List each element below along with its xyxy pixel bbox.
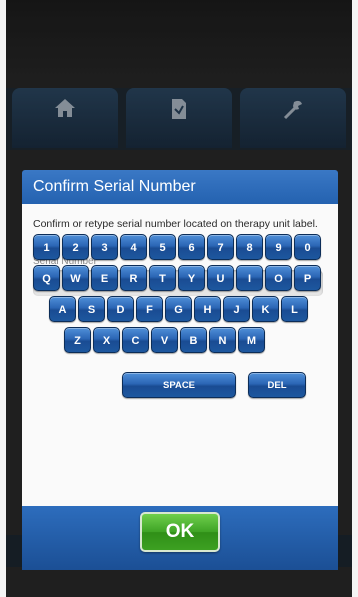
key-2[interactable]: 2 (62, 234, 89, 260)
key-r[interactable]: R (120, 265, 147, 291)
key-1[interactable]: 1 (33, 234, 60, 260)
key-0[interactable]: 0 (294, 234, 321, 260)
key-i[interactable]: I (236, 265, 263, 291)
tab-home[interactable] (12, 88, 118, 148)
home-icon (54, 98, 76, 123)
key-k[interactable]: K (252, 296, 279, 322)
tab-bar (6, 88, 352, 152)
key-9[interactable]: 9 (265, 234, 292, 260)
key-g[interactable]: G (165, 296, 192, 322)
space-key[interactable]: SPACE (122, 372, 236, 398)
key-w[interactable]: W (62, 265, 89, 291)
on-screen-keyboard: SPACE DEL 1234567890 QWERTYUIOP ASDFGHJKL Z… (22, 204, 338, 506)
delete-key[interactable]: DEL (248, 372, 306, 398)
key-e[interactable]: E (91, 265, 118, 291)
key-s[interactable]: S (78, 296, 105, 322)
key-o[interactable]: O (265, 265, 292, 291)
key-b[interactable]: B (180, 327, 207, 353)
key-u[interactable]: U (207, 265, 234, 291)
key-z[interactable]: Z (64, 327, 91, 353)
dialog-title: Confirm Serial Number (22, 170, 338, 204)
key-7[interactable]: 7 (207, 234, 234, 260)
key-8[interactable]: 8 (236, 234, 263, 260)
key-p[interactable]: P (294, 265, 321, 291)
document-icon (170, 98, 188, 125)
key-5[interactable]: 5 (149, 234, 176, 260)
dialog-body: Confirm or retype serial number located … (22, 204, 338, 506)
key-x[interactable]: X (93, 327, 120, 353)
key-j[interactable]: J (223, 296, 250, 322)
key-m[interactable]: M (238, 327, 265, 353)
key-n[interactable]: N (209, 327, 236, 353)
key-t[interactable]: T (149, 265, 176, 291)
key-c[interactable]: C (122, 327, 149, 353)
key-q[interactable]: Q (33, 265, 60, 291)
key-v[interactable]: V (151, 327, 178, 353)
ok-button[interactable]: OK (140, 512, 220, 552)
key-y[interactable]: Y (178, 265, 205, 291)
key-4[interactable]: 4 (120, 234, 147, 260)
key-6[interactable]: 6 (178, 234, 205, 260)
key-3[interactable]: 3 (91, 234, 118, 260)
top-bar (6, 0, 352, 92)
dialog-footer: OK (22, 506, 338, 570)
device-screen: Confirm Serial Number Confirm or retype … (6, 0, 352, 597)
key-l[interactable]: L (281, 296, 308, 322)
key-a[interactable]: A (49, 296, 76, 322)
tab-tools[interactable] (240, 88, 346, 148)
key-h[interactable]: H (194, 296, 221, 322)
key-d[interactable]: D (107, 296, 134, 322)
key-f[interactable]: F (136, 296, 163, 322)
confirm-serial-dialog: Confirm Serial Number Confirm or retype … (22, 170, 338, 570)
tab-document[interactable] (126, 88, 232, 148)
tools-icon (281, 98, 305, 125)
